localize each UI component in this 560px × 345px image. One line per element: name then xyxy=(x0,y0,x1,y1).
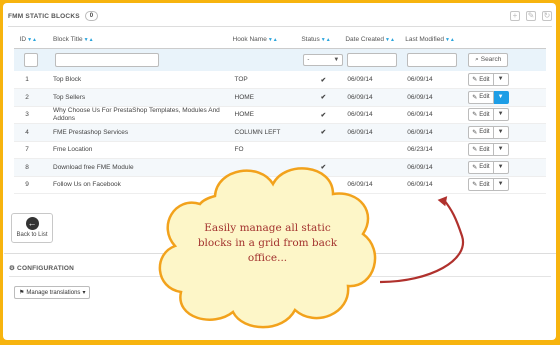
heading-divider xyxy=(8,26,552,27)
filter-date-created-input[interactable] xyxy=(347,52,398,67)
status-check-icon[interactable] xyxy=(301,141,346,159)
callout-text: Easily manage all static blocks in a gri… xyxy=(197,222,338,264)
row-title: Why Choose Us For PrestaShop Templates, … xyxy=(40,106,233,124)
table-header: ID▼▲ Block Title▼▲ Hook Name▼▲ Status▼▲ … xyxy=(14,32,546,49)
back-to-list-button[interactable]: ← Back to List xyxy=(11,213,53,243)
table-row[interactable]: 1 Top Block TOP ✔ 06/09/14 06/09/14 ✎ Edi… xyxy=(14,71,546,89)
chevron-down-icon: ▼ xyxy=(333,56,340,63)
plus-icon[interactable]: + xyxy=(510,11,520,21)
actions-dropdown[interactable]: ▼ xyxy=(493,125,509,139)
filter-last-modified-input[interactable] xyxy=(407,52,458,67)
col-hook-name[interactable]: Hook Name▼▲ xyxy=(232,32,302,49)
pencil-icon: ✎ xyxy=(472,94,478,101)
back-to-list-label: Back to List xyxy=(16,232,48,238)
col-block-title[interactable]: Block Title▼▲ xyxy=(40,32,233,49)
pencil-icon: ✎ xyxy=(472,77,478,83)
status-check-icon[interactable]: ✔ xyxy=(301,71,346,89)
caret-down-icon: ▾ xyxy=(82,290,86,296)
status-check-icon[interactable]: ✔ xyxy=(301,106,346,124)
actions-dropdown[interactable]: ▼ xyxy=(493,143,509,157)
row-last-modified: 06/09/14 xyxy=(405,176,467,194)
row-title: Top Block xyxy=(40,71,233,89)
edit-icon[interactable]: ✎ xyxy=(526,11,536,21)
row-title: Fme Location xyxy=(40,141,233,159)
col-date-created[interactable]: Date Created▼▲ xyxy=(345,32,406,49)
edit-button[interactable]: ✎ Edit xyxy=(468,90,494,104)
row-date-created xyxy=(345,141,406,159)
col-actions xyxy=(466,32,546,49)
edit-button[interactable]: ✎ Edit xyxy=(468,178,494,192)
row-last-modified: 06/09/14 xyxy=(405,106,467,124)
row-id: 4 xyxy=(14,123,40,142)
row-date-created: 06/09/14 xyxy=(345,106,406,124)
pencil-icon: ✎ xyxy=(472,164,478,171)
row-id: 9 xyxy=(14,176,40,194)
row-id: 2 xyxy=(14,88,40,107)
row-id: 1 xyxy=(14,71,40,89)
row-last-modified: 06/09/14 xyxy=(405,88,467,107)
count-badge: 0 xyxy=(84,11,99,21)
table-row[interactable]: 3 Why Choose Us For PrestaShop Templates… xyxy=(14,106,546,124)
pencil-icon: ✎ xyxy=(472,129,478,136)
actions-dropdown[interactable]: ▼ xyxy=(493,108,509,122)
table-row[interactable]: 2 Top Sellers HOME ✔ 06/09/14 06/09/14 ✎… xyxy=(14,88,546,107)
row-last-modified: 06/23/14 xyxy=(405,141,467,159)
table-row[interactable]: 4 FME Prestashop Services COLUMN LEFT ✔ … xyxy=(14,123,546,142)
row-date-created: 06/09/14 xyxy=(345,88,406,107)
row-title: FME Prestashop Services xyxy=(40,123,233,142)
panel-title: FMM STATIC BLOCKS xyxy=(8,12,80,20)
col-last-modified[interactable]: Last Modified▼▲ xyxy=(405,32,467,49)
search-icon: ⌕ xyxy=(475,55,479,63)
status-check-icon[interactable]: ✔ xyxy=(301,88,346,107)
edit-button[interactable]: ✎ Edit xyxy=(468,160,494,174)
refresh-icon[interactable]: ↻ xyxy=(542,11,552,21)
manage-translations-button[interactable]: ⚑ Manage translations ▾ xyxy=(14,286,91,299)
pencil-icon: ✎ xyxy=(472,112,478,119)
edit-button[interactable]: ✎ Edit xyxy=(468,143,494,157)
row-date-created: 06/09/14 xyxy=(345,123,406,142)
row-date-created: 06/09/14 xyxy=(345,71,406,89)
pencil-icon: ✎ xyxy=(472,182,478,189)
panel-toolbar: + ✎ ↻ xyxy=(510,11,552,21)
edit-button[interactable]: ✎ Edit xyxy=(468,125,494,139)
actions-dropdown[interactable]: ▼ xyxy=(493,90,509,104)
actions-dropdown[interactable]: ▼ xyxy=(493,73,509,86)
row-last-modified: 06/09/14 xyxy=(405,158,467,177)
filter-row: - ▼ ⌕ Search xyxy=(14,48,546,71)
row-id: 3 xyxy=(14,106,40,124)
actions-dropdown[interactable]: ▼ xyxy=(493,178,509,192)
row-last-modified: 06/09/14 xyxy=(405,71,467,89)
edit-button[interactable]: ✎ Edit xyxy=(468,108,494,122)
pencil-icon: ✎ xyxy=(472,147,478,154)
row-last-modified: 06/09/14 xyxy=(405,123,467,142)
status-check-icon[interactable]: ✔ xyxy=(301,123,346,142)
row-id: 8 xyxy=(14,158,40,177)
filter-title-input[interactable] xyxy=(55,52,159,67)
row-hook: COLUMN LEFT xyxy=(232,123,302,142)
row-hook: HOME xyxy=(232,106,302,124)
row-id: 7 xyxy=(14,141,40,159)
actions-dropdown[interactable]: ▼ xyxy=(493,160,509,174)
col-id[interactable]: ID▼▲ xyxy=(14,32,40,49)
gears-icon: ⚙ xyxy=(9,265,16,272)
arrow-left-icon: ← xyxy=(25,217,39,230)
row-hook: FO xyxy=(232,141,302,159)
table-row[interactable]: 7 Fme Location FO 06/23/14 ✎ Edit ▼ xyxy=(14,141,546,159)
filter-id-input[interactable] xyxy=(24,52,38,67)
flag-icon: ⚑ xyxy=(19,290,25,296)
row-hook: HOME xyxy=(232,88,302,107)
row-hook: TOP xyxy=(232,71,302,89)
search-button[interactable]: ⌕ Search xyxy=(468,52,509,67)
configuration-heading: ⚙ CONFIGURATION xyxy=(9,265,75,272)
col-status[interactable]: Status▼▲ xyxy=(301,32,346,49)
panel-heading: FMM STATIC BLOCKS 0 + ✎ ↻ xyxy=(8,9,552,23)
row-title: Top Sellers xyxy=(40,88,233,107)
filter-status-select[interactable]: - ▼ xyxy=(303,53,344,66)
edit-button[interactable]: ✎ Edit xyxy=(468,73,494,86)
